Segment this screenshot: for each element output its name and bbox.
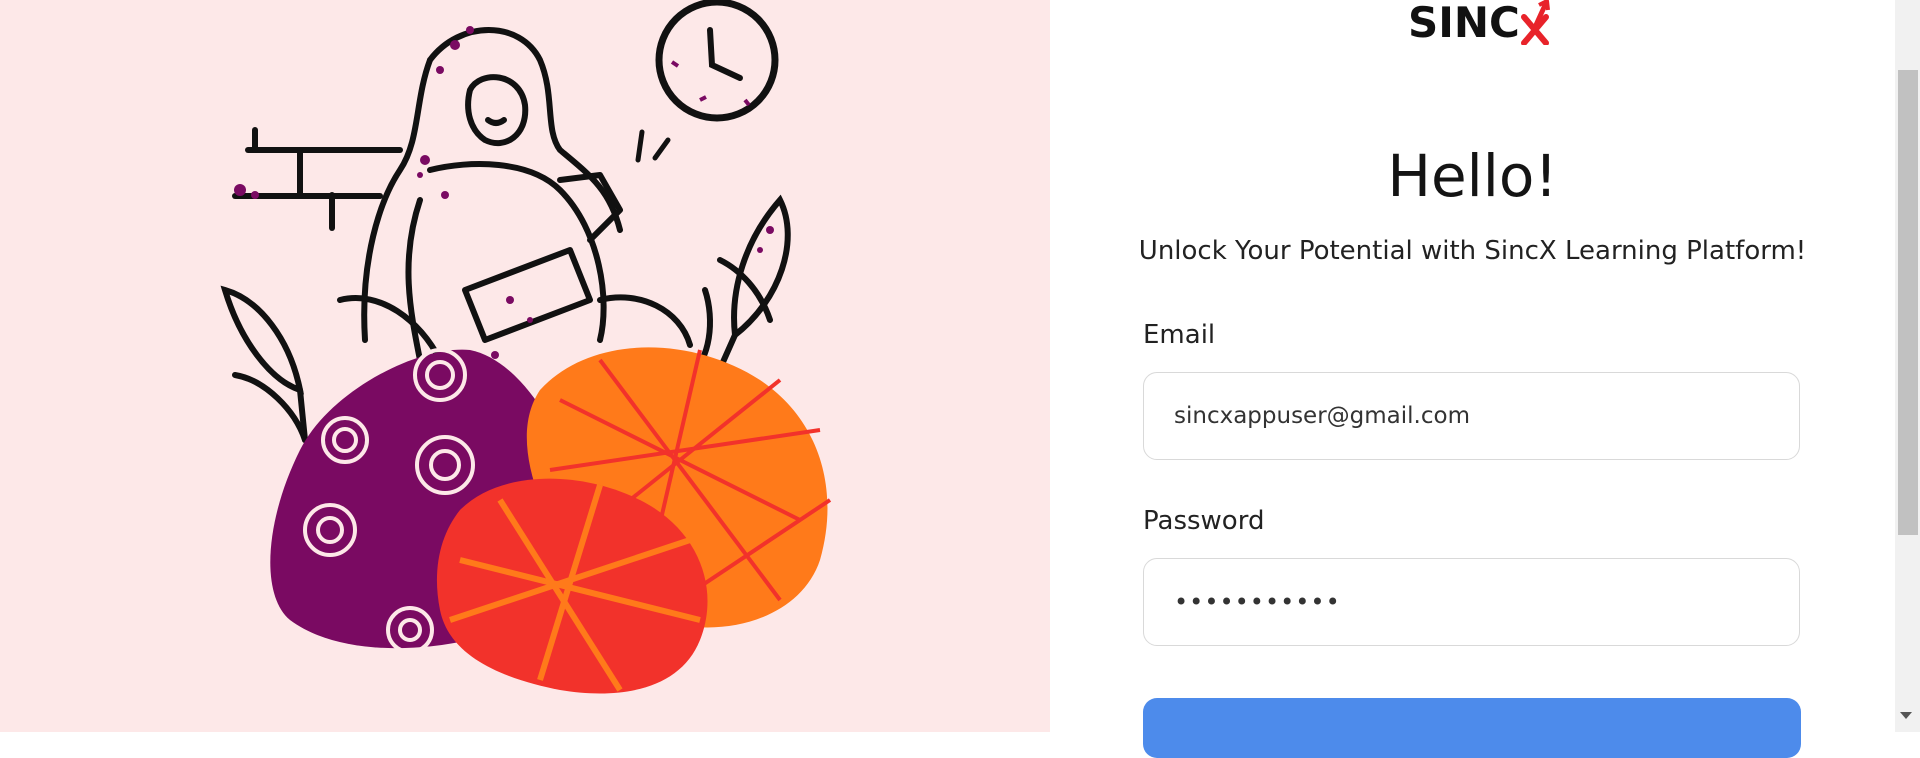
page-subtitle: Unlock Your Potential with SincX Learnin… (1138, 236, 1807, 266)
illustration-panel (0, 0, 1050, 732)
brick-wall-icon (232, 127, 403, 231)
page-title: Hello! (1387, 142, 1558, 210)
password-field[interactable] (1143, 558, 1800, 646)
email-field[interactable] (1143, 372, 1800, 460)
person-with-laptop-illustration (220, 0, 832, 694)
login-button[interactable] (1143, 698, 1801, 758)
scroll-down-arrow-icon[interactable] (1900, 712, 1912, 719)
logo-text: SINC (1408, 0, 1520, 47)
red-x-with-arrow-icon (1520, 0, 1554, 46)
person-icon (337, 27, 693, 363)
clock-icon (655, 0, 779, 122)
scrollbar-thumb[interactable] (1898, 70, 1918, 535)
password-label: Password (1143, 506, 1265, 536)
email-label: Email (1143, 320, 1216, 350)
brand-logo: SINC (1408, 0, 1554, 50)
